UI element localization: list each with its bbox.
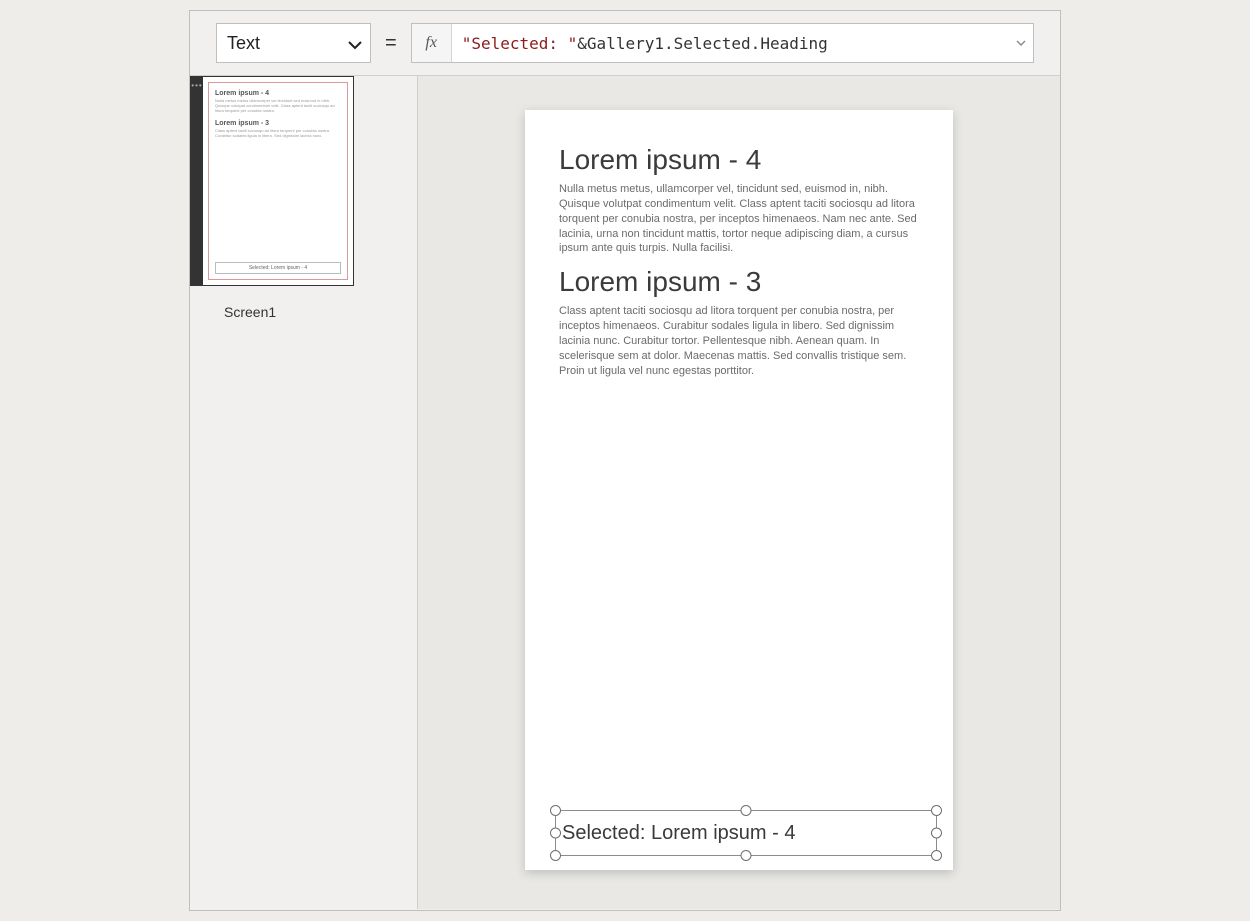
resize-handle-bm[interactable] bbox=[741, 850, 752, 861]
thumbnail-card: Lorem ipsum - 4 Nulla metus metus ullamc… bbox=[203, 77, 353, 285]
screen-thumbnail-wrap: ••• Lorem ipsum - 4 Nulla metus metus ul… bbox=[190, 76, 417, 320]
fx-icon[interactable]: fx bbox=[412, 24, 452, 62]
gallery-body: Class aptent taciti sociosqu ad litora t… bbox=[559, 304, 919, 378]
device-preview: Lorem ipsum - 4 Nulla metus metus, ullam… bbox=[525, 110, 953, 870]
gallery-heading: Lorem ipsum - 4 bbox=[559, 144, 919, 176]
gallery-body: Nulla metus metus, ullamcorper vel, tinc… bbox=[559, 182, 919, 256]
selected-label-text: Selected: Lorem ipsum - 4 bbox=[562, 822, 795, 845]
gallery-item[interactable]: Lorem ipsum - 3 Class aptent taciti soci… bbox=[559, 266, 919, 378]
equals-label: = bbox=[383, 32, 399, 55]
thumbnail-drag-strip[interactable]: ••• bbox=[191, 77, 203, 285]
resize-handle-mr[interactable] bbox=[931, 828, 942, 839]
thumb-selected-label: Selected: Lorem ipsum - 4 bbox=[215, 262, 341, 274]
thumb-body-2: Class aptent taciti sociosqu ad litora t… bbox=[215, 128, 341, 138]
drag-dots-icon: ••• bbox=[191, 81, 202, 90]
chevron-down-icon bbox=[348, 37, 362, 53]
property-select-value: Text bbox=[227, 33, 260, 54]
formula-expand-icon[interactable] bbox=[1009, 24, 1033, 62]
resize-handle-tl[interactable] bbox=[550, 805, 561, 816]
resize-handle-ml[interactable] bbox=[550, 828, 561, 839]
formula-token-op: & bbox=[577, 34, 587, 53]
formula-input[interactable]: "Selected: " & Gallery1.Selected.Heading bbox=[452, 24, 1009, 62]
thumb-heading-2: Lorem ipsum - 3 bbox=[215, 120, 341, 127]
body-row: ••• Lorem ipsum - 4 Nulla metus metus ul… bbox=[190, 76, 1060, 909]
screens-panel: ••• Lorem ipsum - 4 Nulla metus metus ul… bbox=[190, 76, 418, 909]
thumbnail-preview: Lorem ipsum - 4 Nulla metus metus ullamc… bbox=[208, 82, 348, 280]
screen-thumbnail[interactable]: ••• Lorem ipsum - 4 Nulla metus metus ul… bbox=[190, 76, 354, 286]
property-select[interactable]: Text bbox=[216, 23, 371, 63]
resize-handle-bl[interactable] bbox=[550, 850, 561, 861]
formula-token-identifier: Gallery1.Selected.Heading bbox=[587, 34, 828, 53]
app-frame: Text = fx "Selected: " & Gallery1.Select… bbox=[189, 10, 1061, 911]
resize-handle-tr[interactable] bbox=[931, 805, 942, 816]
formula-token-string: "Selected: " bbox=[462, 34, 578, 53]
gallery-item[interactable]: Lorem ipsum - 4 Nulla metus metus, ullam… bbox=[559, 144, 919, 256]
formula-box: fx "Selected: " & Gallery1.Selected.Head… bbox=[411, 23, 1034, 63]
resize-handle-tm[interactable] bbox=[741, 805, 752, 816]
thumb-body-1: Nulla metus metus ullamcorper vel tincid… bbox=[215, 98, 341, 114]
gallery-heading: Lorem ipsum - 3 bbox=[559, 266, 919, 298]
formula-bar: Text = fx "Selected: " & Gallery1.Select… bbox=[190, 11, 1060, 76]
selected-label-control[interactable]: Selected: Lorem ipsum - 4 bbox=[555, 810, 937, 856]
thumb-heading-1: Lorem ipsum - 4 bbox=[215, 90, 341, 97]
resize-handle-br[interactable] bbox=[931, 850, 942, 861]
screen-name-label[interactable]: Screen1 bbox=[190, 304, 417, 320]
canvas[interactable]: Lorem ipsum - 4 Nulla metus metus, ullam… bbox=[418, 76, 1060, 909]
